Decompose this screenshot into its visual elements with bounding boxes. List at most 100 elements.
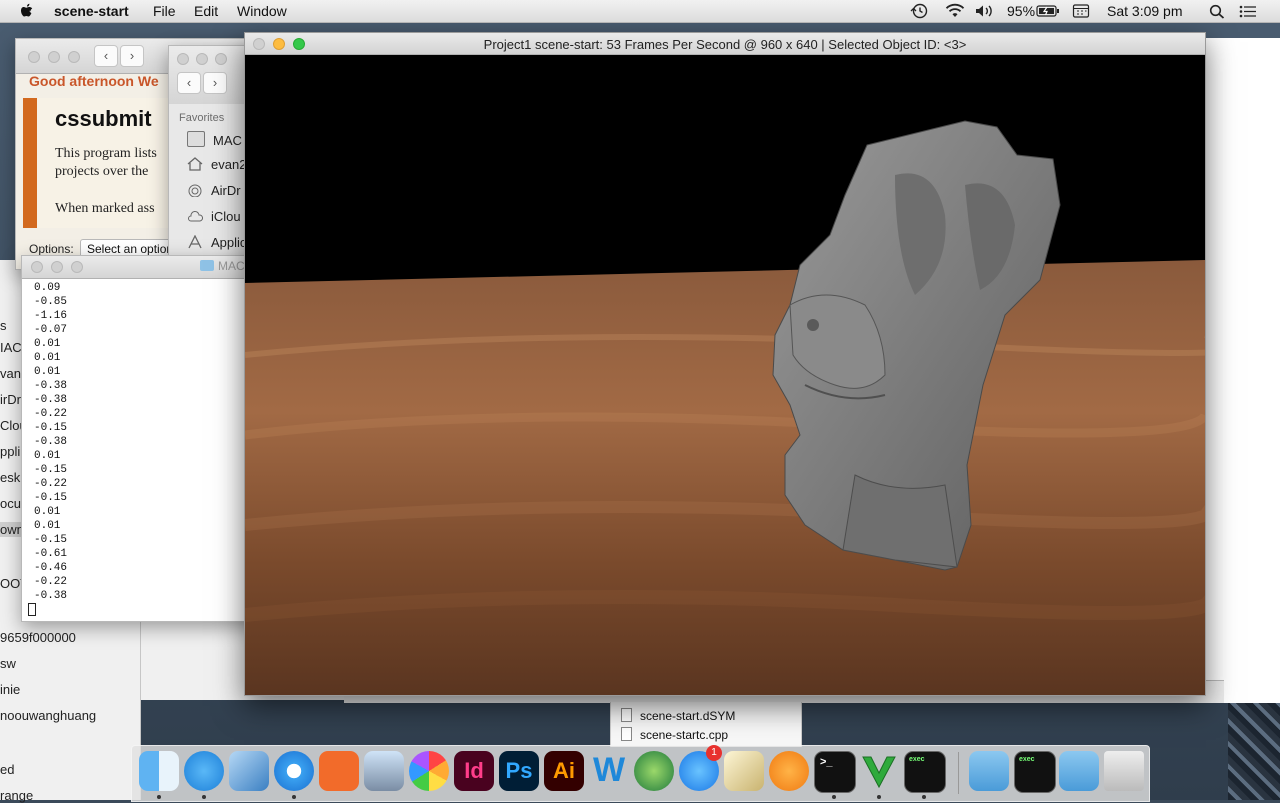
photos-icon[interactable] [409,751,449,791]
apple-icon[interactable] [20,3,34,19]
sidebar-item[interactable]: ocu [0,496,21,511]
terminal-line: 0.01 [34,338,61,350]
image-capture-icon[interactable] [724,751,764,791]
chevron-left-icon: ‹ [186,75,192,90]
background-window-edge [1203,38,1280,703]
file-list: scene-start.dSYM scene-startc.cpp [610,702,802,747]
list-item[interactable]: 9659f000000 [0,630,76,645]
chevron-right-icon: › [129,48,135,63]
ibooks-icon[interactable] [769,751,809,791]
brave-icon[interactable] [319,751,359,791]
minimize-button[interactable] [48,51,60,63]
app-menu[interactable]: scene-start [54,3,129,19]
terminal-icon[interactable]: >_ [814,751,856,793]
clock[interactable]: Sat 3:09 pm [1107,3,1183,19]
zoom-button[interactable] [215,53,227,65]
menu-file[interactable]: File [153,3,176,19]
photoshop-icon[interactable]: Ps [499,751,539,791]
notification-badge: 1 [706,745,722,761]
running-indicator [292,795,296,799]
messages-icon[interactable] [184,751,224,791]
time-machine-icon[interactable] [910,3,928,19]
app-store-icon[interactable]: 1 [679,745,722,791]
forward-button[interactable]: › [203,72,227,94]
app-label: W [592,751,626,789]
sidebar-item-mac[interactable]: MAC [187,131,242,149]
close-button[interactable] [177,53,189,65]
xcode-icon[interactable] [229,751,269,791]
running-indicator [922,795,926,799]
sidebar-header: Favorites [179,112,225,124]
dock-separator [958,752,959,794]
downloads-folder-icon[interactable] [1059,751,1099,791]
paragraph-text: projects over the [55,164,149,179]
exec-icon[interactable]: exec [904,751,946,793]
illustrator-icon[interactable]: Ai [544,751,584,791]
sidebar-item[interactable]: ppli [0,444,20,459]
word-icon[interactable]: W [589,751,629,791]
terminal-titlebar: MAC_V [22,256,262,279]
zoom-button[interactable] [68,51,80,63]
notification-center-icon[interactable] [1239,5,1257,18]
trash-icon[interactable] [1104,751,1144,791]
dock: Id Ps Ai W 1 >_ exec exec [131,745,1150,802]
forward-button[interactable]: › [120,45,144,67]
file-item[interactable]: scene-start.dSYM [621,708,735,723]
back-button[interactable]: ‹ [94,45,118,67]
sidebar-item-airdrop[interactable]: AirDr [187,183,241,201]
sidebar-item-home[interactable]: evan2 [187,157,246,175]
opengl-window: Project1 scene-start: 53 Frames Per Seco… [244,32,1206,696]
list-item[interactable]: noouwanghuang [0,708,96,723]
calendar-menu-icon[interactable] [1072,3,1090,19]
file-name: scene-start.dSYM [640,709,736,723]
sidebar-item[interactable]: irDr [0,392,21,407]
sidebar-item[interactable]: s [0,318,7,333]
running-indicator [877,795,881,799]
menu-window[interactable]: Window [237,3,287,19]
finder-icon[interactable] [139,751,179,791]
terminal-line: -0.22 [34,576,68,588]
list-item[interactable]: range [0,788,33,803]
keychain-icon[interactable] [634,751,674,791]
list-item[interactable]: ed [0,762,14,777]
terminal-line: -0.22 [34,478,68,490]
page-title: cssubmit [55,106,152,131]
volume-icon[interactable] [974,3,996,19]
sidebar-item-applications[interactable]: Applic [187,234,246,253]
vim-icon[interactable] [859,751,899,791]
minimize-button[interactable] [51,261,63,273]
zoom-button[interactable] [71,261,83,273]
wifi-icon[interactable] [945,3,965,19]
file-item[interactable]: scene-startc.cpp [621,727,728,742]
back-button[interactable]: ‹ [177,72,201,94]
terminal-line: -0.22 [34,408,68,420]
chevron-left-icon: ‹ [103,48,109,63]
spotlight-search-icon[interactable] [1209,4,1225,19]
app-label: Id [464,758,484,783]
airdrop-icon [187,183,203,198]
terminal-cursor [28,603,36,616]
close-button[interactable] [31,261,43,273]
minimize-button[interactable] [196,53,208,65]
sidebar-item[interactable]: esk [0,470,20,485]
terminal-line: -1.16 [34,310,68,322]
gl-titlebar: Project1 scene-start: 53 Frames Per Seco… [245,33,1205,55]
file-name: scene-startc.cpp [640,728,729,742]
terminal-line: -0.38 [34,436,68,448]
indesign-icon[interactable]: Id [454,751,494,791]
list-item[interactable]: inie [0,682,20,697]
safari-icon[interactable] [274,751,314,791]
menu-edit[interactable]: Edit [194,3,218,19]
3d-scene-viewport[interactable] [245,55,1205,695]
folder-icon[interactable] [969,751,1009,791]
paragraph-text: When marked ass [55,201,155,216]
sidebar-item-icloud[interactable]: iClou [187,209,241,227]
list-item[interactable]: sw [0,656,16,671]
close-button[interactable] [28,51,40,63]
exec-stack-icon[interactable]: exec [1014,751,1056,793]
sidebar-item[interactable]: IAC [0,340,22,355]
cloud-icon [187,209,204,223]
preview-icon[interactable] [364,751,404,791]
terminal-line: -0.15 [34,464,68,476]
battery-charging-icon[interactable] [1036,4,1060,18]
